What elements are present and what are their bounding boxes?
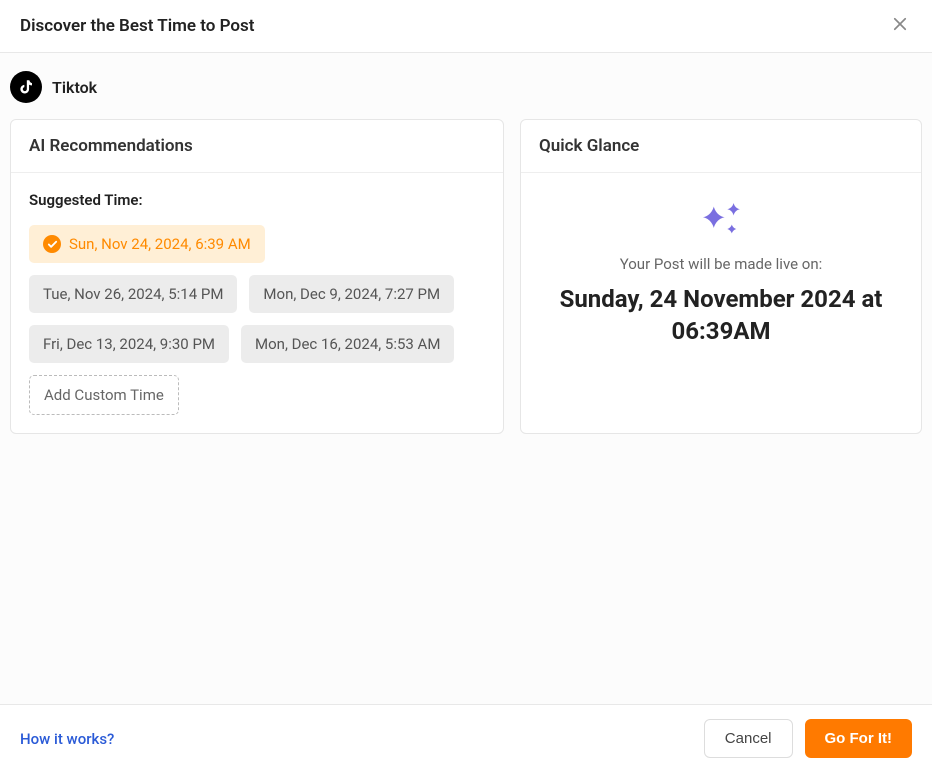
platform-row: Tiktok — [10, 71, 922, 119]
quick-glance-subtext: Your Post will be made live on: — [620, 255, 823, 273]
check-icon — [43, 235, 61, 253]
time-chip[interactable]: Sun, Nov 24, 2024, 6:39 AM — [29, 225, 265, 263]
modal-header: Discover the Best Time to Post — [0, 0, 932, 53]
suggested-time-label: Suggested Time: — [29, 191, 485, 209]
platform-name: Tiktok — [52, 78, 97, 97]
cancel-button[interactable]: Cancel — [704, 719, 793, 758]
time-chip[interactable]: Mon, Dec 16, 2024, 5:53 AM — [241, 325, 454, 363]
tiktok-icon — [10, 71, 42, 103]
time-chip-label: Mon, Dec 9, 2024, 7:27 PM — [263, 285, 440, 303]
quick-glance-main-text: Sunday, 24 November 2024 at 06:39AM — [543, 283, 899, 348]
quick-glance-card: Quick Glance Your Post will be made live… — [520, 119, 922, 434]
time-chip[interactable]: Mon, Dec 9, 2024, 7:27 PM — [249, 275, 454, 313]
modal-title: Discover the Best Time to Post — [20, 16, 254, 36]
suggested-time-chips: Sun, Nov 24, 2024, 6:39 AM Tue, Nov 26, … — [29, 225, 485, 415]
ai-recommendations-card: AI Recommendations Suggested Time: Sun, … — [10, 119, 504, 434]
go-for-it-button[interactable]: Go For It! — [805, 719, 913, 758]
time-chip-label: Fri, Dec 13, 2024, 9:30 PM — [43, 335, 215, 353]
time-chip[interactable]: Fri, Dec 13, 2024, 9:30 PM — [29, 325, 229, 363]
add-custom-time-button[interactable]: Add Custom Time — [29, 375, 179, 415]
time-chip[interactable]: Tue, Nov 26, 2024, 5:14 PM — [29, 275, 237, 313]
sparkle-icon — [694, 201, 748, 243]
close-icon — [891, 15, 909, 37]
how-it-works-link[interactable]: How it works? — [20, 730, 114, 748]
time-chip-label: Mon, Dec 16, 2024, 5:53 AM — [255, 335, 440, 353]
time-chip-label: Sun, Nov 24, 2024, 6:39 AM — [69, 235, 251, 253]
close-button[interactable] — [888, 14, 912, 38]
modal-body: Tiktok AI Recommendations Suggested Time… — [0, 53, 932, 704]
modal-footer: How it works? Cancel Go For It! — [0, 704, 932, 772]
time-chip-label: Tue, Nov 26, 2024, 5:14 PM — [43, 285, 223, 303]
ai-recommendations-title: AI Recommendations — [11, 120, 503, 173]
add-custom-time-label: Add Custom Time — [44, 386, 164, 404]
quick-glance-title: Quick Glance — [521, 120, 921, 173]
